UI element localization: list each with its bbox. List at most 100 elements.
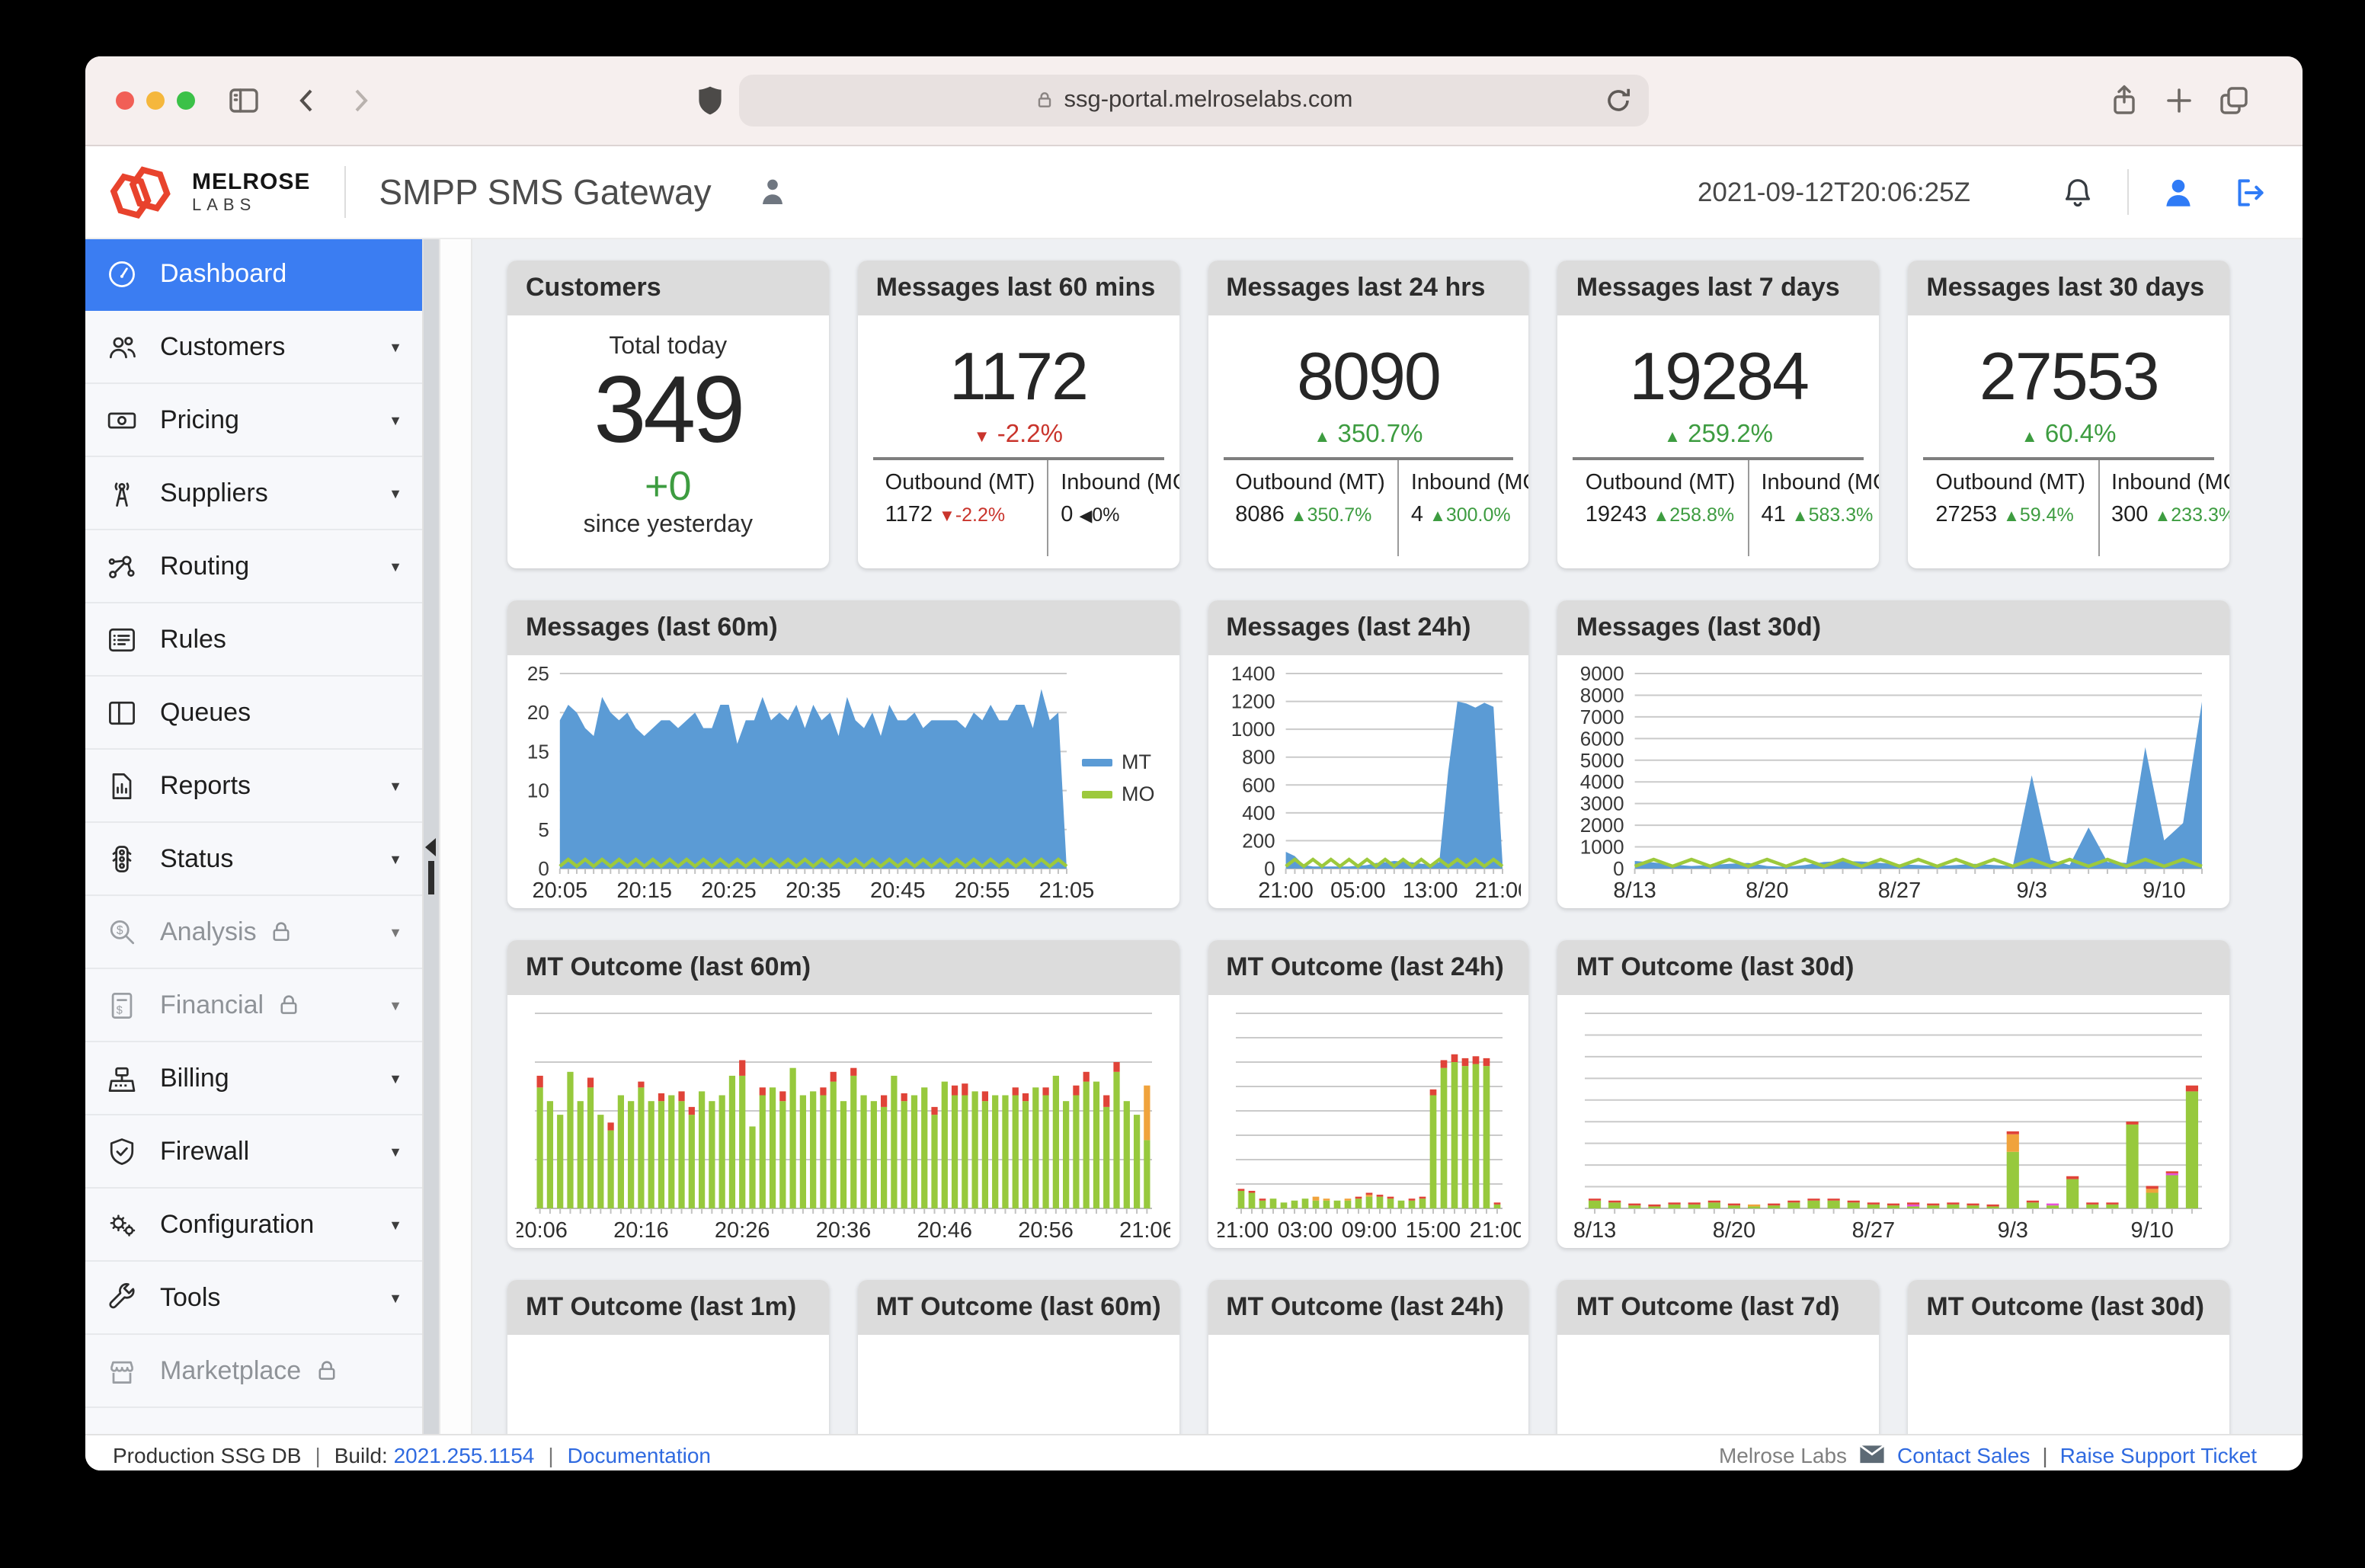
share-icon[interactable] bbox=[2106, 82, 2143, 119]
trend-arrow-icon: ▲ bbox=[1291, 507, 1307, 526]
content-gutter bbox=[439, 238, 472, 1434]
gauge-icon bbox=[105, 257, 139, 290]
sidebar-item-financial[interactable]: $ Financial ▼ bbox=[85, 969, 422, 1042]
logout-icon[interactable] bbox=[2231, 173, 2269, 211]
svg-text:21:00: 21:00 bbox=[1217, 1218, 1268, 1243]
chevron-down-icon: ▼ bbox=[389, 778, 402, 793]
card-title: Messages (last 30d) bbox=[1558, 600, 2229, 655]
tls-lock-icon bbox=[1035, 89, 1054, 112]
sidebar-item-configuration[interactable]: Configuration ▼ bbox=[85, 1189, 422, 1262]
svg-text:21:00: 21:00 bbox=[1469, 1218, 1520, 1243]
user-profile-icon[interactable] bbox=[2159, 173, 2197, 211]
zoom-window-button[interactable] bbox=[177, 91, 195, 110]
mt-outcome-30d-bar-chart: 8/138/208/279/39/10 bbox=[1567, 1001, 2220, 1245]
build-version-link[interactable]: 2021.255.1154 bbox=[394, 1442, 535, 1467]
svg-text:20:45: 20:45 bbox=[870, 878, 926, 903]
account-person-icon[interactable] bbox=[754, 174, 791, 210]
sidebar-item-reports[interactable]: Reports ▼ bbox=[85, 750, 422, 823]
trend-arrow-icon: ▲ bbox=[1429, 507, 1446, 526]
sidebar-item-billing[interactable]: Billing ▼ bbox=[85, 1042, 422, 1115]
report-doc-icon bbox=[105, 769, 139, 802]
chevron-down-icon: ▼ bbox=[389, 1070, 402, 1086]
trend-arrow-icon: ▲ bbox=[1653, 507, 1670, 526]
sidebar-item-firewall[interactable]: Firewall ▼ bbox=[85, 1115, 422, 1189]
svg-text:2000: 2000 bbox=[1581, 814, 1625, 837]
documentation-link[interactable]: Documentation bbox=[568, 1442, 711, 1467]
svg-text:3000: 3000 bbox=[1581, 792, 1625, 815]
svg-text:200: 200 bbox=[1241, 829, 1274, 852]
svg-text:25: 25 bbox=[527, 662, 549, 685]
svg-text:13:00: 13:00 bbox=[1402, 878, 1458, 903]
sidebar-item-rules[interactable]: Rules bbox=[85, 603, 422, 677]
minimize-window-button[interactable] bbox=[146, 91, 165, 110]
sidebar-item-routing[interactable]: Routing ▼ bbox=[85, 530, 422, 603]
chevron-down-icon: ▼ bbox=[389, 1217, 402, 1232]
sidebar-item-label: Financial bbox=[160, 990, 264, 1020]
svg-text:$: $ bbox=[117, 1004, 123, 1016]
close-window-button[interactable] bbox=[116, 91, 134, 110]
sidebar-item-label: Billing bbox=[160, 1063, 229, 1093]
utc-timestamp: 2021-09-12T20:06:25Z bbox=[1698, 176, 1970, 208]
back-icon[interactable] bbox=[290, 82, 326, 119]
sidebar-item-customers[interactable]: Customers ▼ bbox=[85, 311, 422, 384]
sidebar-item-pricing[interactable]: Pricing ▼ bbox=[85, 384, 422, 457]
tab-overview-icon[interactable] bbox=[2216, 82, 2252, 119]
messages-30d-area-chart: 01000200030004000500060007000800090008/1… bbox=[1567, 661, 2220, 905]
sidebar-collapse-icon[interactable] bbox=[425, 838, 436, 856]
new-tab-icon[interactable] bbox=[2161, 82, 2197, 119]
traffic-light-icon bbox=[105, 842, 139, 875]
columns-icon bbox=[105, 696, 139, 729]
sidebar-item-label: Rules bbox=[160, 624, 226, 654]
cash-register-icon bbox=[105, 1061, 139, 1095]
card-title: Customers bbox=[507, 261, 829, 315]
chart-card-mt-outcome-1m-cut: MT Outcome (last 1m) bbox=[507, 1280, 829, 1434]
sidebar-item-tools[interactable]: Tools ▼ bbox=[85, 1262, 422, 1335]
address-bar[interactable]: ssg-portal.melroselabs.com bbox=[739, 75, 1649, 126]
brand-name: MELROSE bbox=[192, 169, 310, 195]
svg-text:9000: 9000 bbox=[1581, 662, 1625, 685]
stat-card-messages-60m: Messages last 60 mins 1172 ▼ -2.2% Outbo… bbox=[858, 261, 1179, 568]
trend-arrow-icon: ▲ bbox=[2155, 507, 2171, 526]
chevron-down-icon: ▼ bbox=[389, 1290, 402, 1305]
reload-icon[interactable] bbox=[1600, 82, 1637, 119]
notifications-bell-icon[interactable] bbox=[2059, 173, 2097, 211]
svg-text:MT: MT bbox=[1122, 750, 1151, 773]
svg-text:5000: 5000 bbox=[1581, 749, 1625, 772]
svg-text:15:00: 15:00 bbox=[1405, 1218, 1461, 1243]
browser-chrome: ssg-portal.melroselabs.com bbox=[85, 56, 2303, 146]
svg-text:20:25: 20:25 bbox=[701, 878, 757, 903]
contact-sales-link[interactable]: Contact Sales bbox=[1897, 1442, 2030, 1467]
sidebar-item-analysis[interactable]: $ Analysis ▼ bbox=[85, 896, 422, 969]
svg-text:0: 0 bbox=[1614, 857, 1624, 880]
chart-card-mt-outcome-24h: MT Outcome (last 24h) 21:0003:0009:0015:… bbox=[1208, 940, 1529, 1248]
screenshot-stage: ssg-portal.melroselabs.com MELROSE bbox=[0, 0, 2365, 1568]
raise-support-ticket-link[interactable]: Raise Support Ticket bbox=[2060, 1442, 2257, 1467]
sidebar-item-dashboard[interactable]: Dashboard bbox=[85, 238, 422, 311]
trend-arrow-icon: ▼ bbox=[974, 428, 990, 446]
inbound-col: Inbound (MO) 0 ◀0% bbox=[1047, 460, 1179, 556]
svg-text:20:16: 20:16 bbox=[613, 1218, 669, 1243]
customers-card: Customers Total today 349 +0 since yeste… bbox=[507, 261, 829, 568]
sidebar-item-status[interactable]: Status ▼ bbox=[85, 823, 422, 896]
sidebar-item-label: Queues bbox=[160, 697, 251, 728]
card-title: Messages (last 24h) bbox=[1208, 600, 1529, 655]
sidebar-item-label: Suppliers bbox=[160, 478, 268, 508]
sidebar-item-marketplace[interactable]: Marketplace bbox=[85, 1335, 422, 1408]
melrose-labs-logo[interactable]: MELROSE LABS bbox=[107, 160, 310, 224]
svg-text:21:06: 21:06 bbox=[1119, 1218, 1170, 1243]
sidebar-scrollbar-thumb[interactable] bbox=[428, 861, 434, 894]
svg-text:9/10: 9/10 bbox=[2143, 878, 2186, 903]
build-label: Build: bbox=[334, 1442, 388, 1467]
sidebar-item-suppliers[interactable]: Suppliers ▼ bbox=[85, 457, 422, 530]
forward-icon[interactable] bbox=[341, 82, 378, 119]
chevron-down-icon: ▼ bbox=[389, 485, 402, 501]
sidebar-toggle-icon[interactable] bbox=[226, 82, 262, 119]
card-subtitle: Total today bbox=[507, 334, 829, 361]
svg-text:8000: 8000 bbox=[1581, 683, 1625, 706]
sidebar-item-queues[interactable]: Queues bbox=[85, 677, 422, 750]
svg-text:21:00: 21:00 bbox=[1257, 878, 1313, 903]
svg-text:9/3: 9/3 bbox=[1998, 1218, 2028, 1243]
svg-text:20:06: 20:06 bbox=[517, 1218, 568, 1243]
privacy-shield-icon[interactable] bbox=[692, 82, 728, 119]
stat-value: 1172 bbox=[858, 340, 1179, 416]
